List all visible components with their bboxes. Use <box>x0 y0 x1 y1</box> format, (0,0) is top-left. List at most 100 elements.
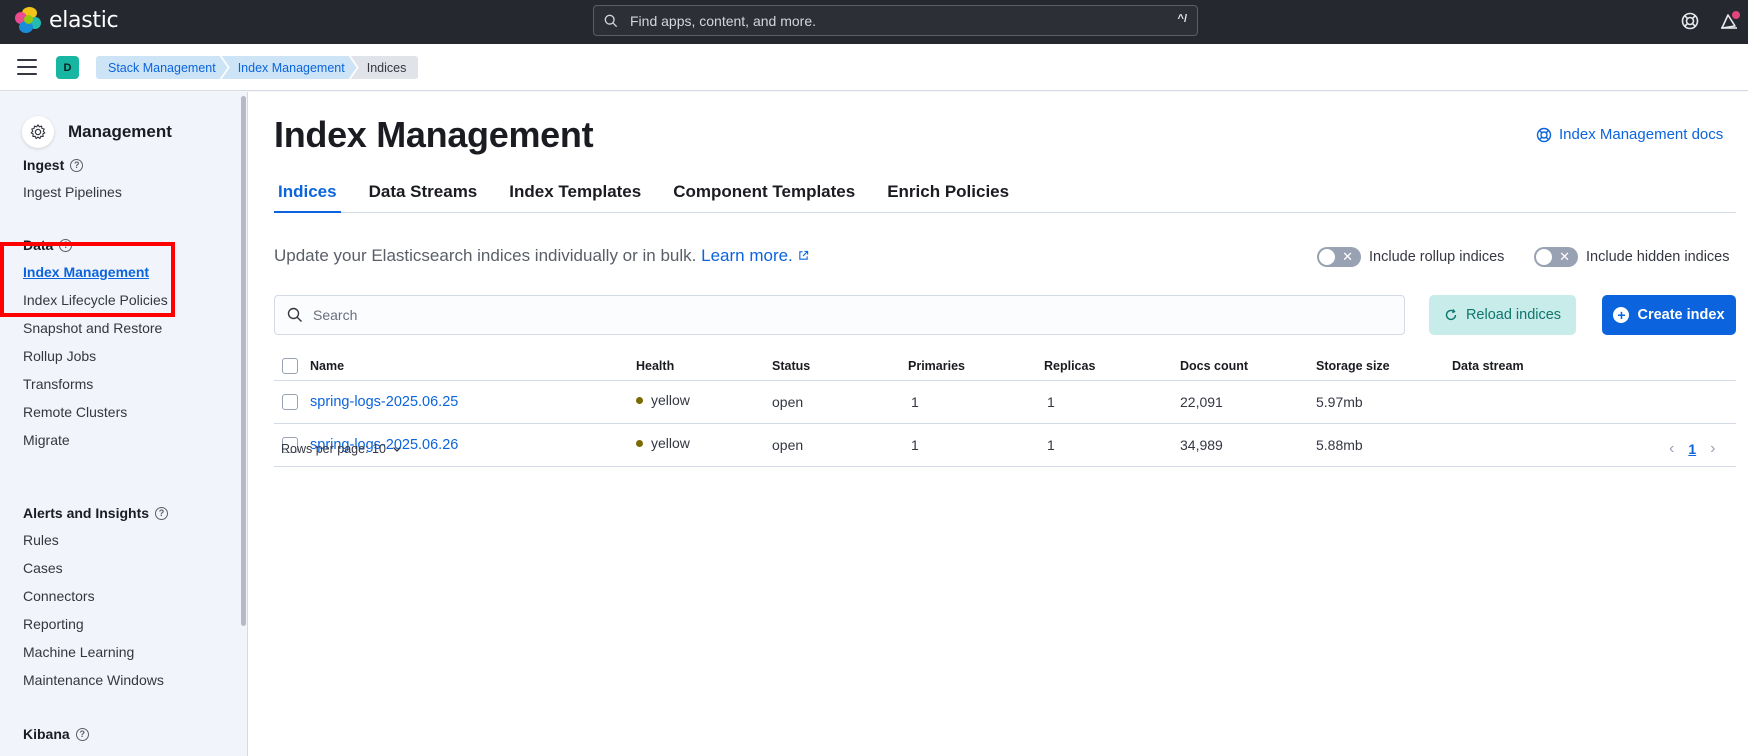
page-title: Index Management <box>274 114 594 155</box>
sidebar-item-cases[interactable]: Cases <box>23 554 168 582</box>
search-icon <box>287 307 302 322</box>
global-search-input[interactable]: Find apps, content, and more. ^/ <box>593 5 1198 36</box>
elastic-logo[interactable]: elastic <box>15 7 119 33</box>
sidebar-item-rollup-jobs[interactable]: Rollup Jobs <box>23 342 168 370</box>
status-cell: open <box>772 394 804 410</box>
external-link-icon <box>798 250 808 260</box>
learn-more-link[interactable]: Learn more. <box>701 246 808 265</box>
menu-toggle-icon[interactable] <box>17 59 37 75</box>
sidebar-heading-ingest: Ingest ? <box>23 156 122 174</box>
question-icon[interactable]: ? <box>70 158 84 172</box>
chevron-down-icon <box>392 447 401 452</box>
replicas-cell: 1 <box>1047 394 1055 410</box>
row-checkbox[interactable] <box>282 394 298 410</box>
newsfeed-icon[interactable] <box>1718 10 1740 32</box>
column-header-status[interactable]: Status <box>772 359 810 373</box>
chevron-right-icon[interactable]: › <box>1710 440 1715 458</box>
plus-circle-icon: + <box>1613 307 1630 323</box>
global-search-placeholder: Find apps, content, and more. <box>630 12 816 29</box>
tab-enrich-policies[interactable]: Enrich Policies <box>883 174 1013 213</box>
column-header-health[interactable]: Health <box>636 359 674 373</box>
hidden-switch[interactable]: ✕ <box>1534 247 1578 267</box>
breadcrumb: Stack Management Index Management Indice… <box>96 56 419 79</box>
rows-per-page-select[interactable]: Rows per page: 10 <box>281 442 402 456</box>
column-header-replicas[interactable]: Replicas <box>1044 359 1095 373</box>
sidebar-item-transforms[interactable]: Transforms <box>23 370 168 398</box>
chevron-left-icon[interactable]: ‹ <box>1669 440 1674 458</box>
sidebar-heading-kibana: Kibana ? <box>23 725 89 743</box>
search-placeholder: Search <box>313 307 358 323</box>
include-rollup-toggle[interactable]: ✕ Include rollup indices <box>1317 247 1504 267</box>
sidebar-item-migrate[interactable]: Migrate <box>23 426 168 454</box>
sidebar-item-remote-clusters[interactable]: Remote Clusters <box>23 398 168 426</box>
storage-size-cell: 5.88mb <box>1316 437 1363 453</box>
space-avatar[interactable]: D <box>56 56 79 79</box>
keyboard-shortcut-hint: ^/ <box>1177 13 1187 25</box>
sidebar-heading-label: Data <box>23 237 54 253</box>
sidebar-heading-label: Alerts and Insights <box>23 505 150 521</box>
breadcrumb-bar: D Stack Management Index Management Indi… <box>0 44 1748 91</box>
sidebar-item-ingest-pipelines[interactable]: Ingest Pipelines <box>23 178 122 206</box>
tab-index-templates[interactable]: Index Templates <box>505 174 645 213</box>
docs-link-label: Index Management docs <box>1559 126 1724 143</box>
index-name-link[interactable]: spring-logs-2025.06.25 <box>310 394 458 410</box>
reload-indices-button[interactable]: Reload indices <box>1429 295 1576 335</box>
breadcrumb-indices: Indices <box>350 56 419 79</box>
question-icon[interactable]: ? <box>75 727 89 741</box>
sidebar-item-snapshot-and-restore[interactable]: Snapshot and Restore <box>23 314 168 342</box>
sidebar-item-machine-learning[interactable]: Machine Learning <box>23 638 168 666</box>
column-header-name[interactable]: Name <box>310 359 344 373</box>
tab-indices[interactable]: Indices <box>274 174 341 213</box>
column-header-storage-size[interactable]: Storage size <box>1316 359 1390 373</box>
description-text: Update your Elasticsearch indices indivi… <box>274 246 697 265</box>
sidebar-group-ingest: Ingest ? Ingest Pipelines <box>23 156 122 206</box>
sidebar-item-index-lifecycle-policies[interactable]: Index Lifecycle Policies <box>23 286 168 314</box>
include-hidden-toggle[interactable]: ✕ Include hidden indices <box>1534 247 1730 267</box>
status-cell: open <box>772 437 804 453</box>
breadcrumb-stack-management[interactable]: Stack Management <box>96 56 228 79</box>
table-row: spring-logs-2025.06.26 yellow open 1 1 3… <box>274 424 1736 467</box>
select-all-checkbox[interactable] <box>282 357 298 374</box>
tab-data-streams[interactable]: Data Streams <box>365 174 482 213</box>
question-icon[interactable]: ? <box>59 238 73 252</box>
sidebar-heading-label: Ingest <box>23 157 65 173</box>
primaries-cell: 1 <box>911 437 919 453</box>
create-label: Create index <box>1637 307 1725 323</box>
include-hidden-label: Include hidden indices <box>1586 249 1730 265</box>
create-index-button[interactable]: + Create index <box>1602 295 1736 335</box>
top-header: elastic Find apps, content, and more. ^/ <box>0 0 1748 44</box>
table-header-row: Name Health Status Primaries Replicas Do… <box>274 351 1736 381</box>
indices-search-input[interactable]: Search <box>274 295 1405 335</box>
question-icon[interactable]: ? <box>155 506 169 520</box>
management-sidebar: Management Ingest ? Ingest Pipelines Dat… <box>0 92 248 756</box>
rollup-switch[interactable]: ✕ <box>1317 247 1361 267</box>
page-number-button[interactable]: 1 <box>1688 441 1696 457</box>
main-content: Index Management Index Management docs I… <box>249 92 1748 756</box>
sidebar-item-reporting[interactable]: Reporting <box>23 610 168 638</box>
refresh-icon <box>1445 309 1457 321</box>
sidebar-group-alerts-and-insights: Alerts and Insights ? Rules Cases Connec… <box>23 504 169 694</box>
sidebar-scrollbar[interactable] <box>241 96 246 626</box>
sidebar-item-index-management[interactable]: Index Management <box>23 258 168 286</box>
tab-component-templates[interactable]: Component Templates <box>669 174 859 213</box>
index-management-docs-link[interactable]: Index Management docs <box>1536 126 1723 143</box>
sidebar-item-connectors[interactable]: Connectors <box>23 582 168 610</box>
health-value: yellow <box>651 435 690 451</box>
docs-count-cell: 34,989 <box>1180 437 1223 453</box>
sidebar-item-maintenance-windows[interactable]: Maintenance Windows <box>23 666 168 694</box>
column-header-docs-count[interactable]: Docs count <box>1180 359 1248 373</box>
sidebar-item-rules[interactable]: Rules <box>23 526 168 554</box>
column-header-primaries[interactable]: Primaries <box>908 359 965 373</box>
lifebuoy-icon <box>1536 127 1552 142</box>
rows-per-page-label: Rows per page: 10 <box>281 442 386 456</box>
index-management-tabs: Indices Data Streams Index Templates Com… <box>274 174 1736 213</box>
sidebar-group-data: Data ? Index Management Index Lifecycle … <box>23 236 168 454</box>
sidebar-heading-data: Data ? <box>23 236 168 254</box>
help-lifebuoy-icon[interactable] <box>1680 11 1700 31</box>
sidebar-header: Management <box>22 116 172 148</box>
reload-label: Reload indices <box>1465 307 1562 323</box>
gear-icon <box>22 116 54 148</box>
column-header-data-stream[interactable]: Data stream <box>1452 359 1524 373</box>
health-cell: yellow <box>636 435 690 451</box>
breadcrumb-index-management[interactable]: Index Management <box>222 56 357 79</box>
